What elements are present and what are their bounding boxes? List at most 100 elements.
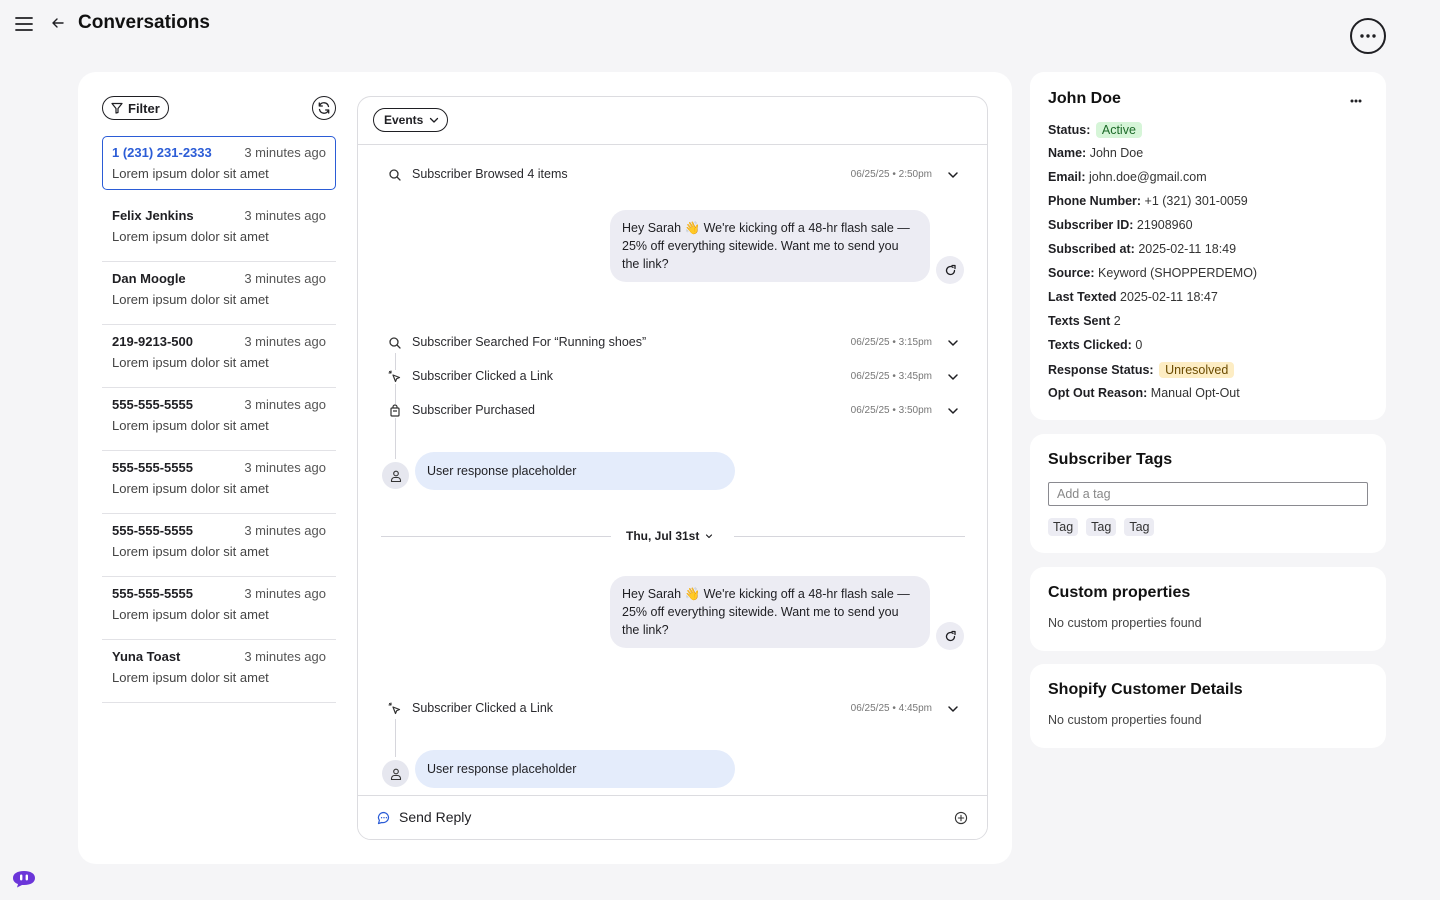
conversation-item[interactable]: Yuna Toast 3 minutes ago Lorem ipsum dolor… — [102, 640, 336, 703]
add-attachment-icon[interactable] — [954, 811, 968, 825]
add-tag-input[interactable] — [1048, 482, 1368, 506]
tag-chip[interactable]: Tag — [1124, 518, 1155, 536]
ellipsis-icon — [1360, 34, 1376, 38]
conversation-item[interactable]: Dan Moogle 3 minutes ago Lorem ipsum dolor… — [102, 262, 336, 325]
shopify-empty: No custom properties found — [1048, 713, 1202, 727]
event-time: 06/25/25 • 3:15pm — [850, 337, 932, 348]
conversation-name: 555-555-5555 — [112, 523, 193, 538]
conversation-item[interactable]: 219-9213-500 3 minutes ago Lorem ipsum dol… — [102, 325, 336, 388]
refresh-icon — [318, 102, 330, 114]
field-label: Source: — [1048, 266, 1095, 280]
field-label: Texts Clicked: — [1048, 338, 1132, 352]
chevron-down-icon[interactable] — [946, 404, 960, 418]
field-label: Phone Number: — [1048, 194, 1142, 208]
event-text: Subscriber Browsed 4 items — [412, 167, 568, 181]
field-label: Texts Sent — [1048, 314, 1111, 328]
chevron-down-icon — [706, 534, 713, 539]
field-value: John Doe — [1089, 146, 1144, 160]
shopify-title: Shopify Customer Details — [1048, 681, 1243, 698]
conversation-time: 3 minutes ago — [244, 460, 326, 475]
conversation-item[interactable]: 1 (231) 231-2333 3 minutes ago Lorem ipsum… — [102, 136, 336, 190]
field-label: Subscribed at: — [1048, 242, 1135, 256]
search-icon — [388, 336, 402, 350]
conversation-name: 1 (231) 231-2333 — [112, 145, 212, 160]
user-avatar — [382, 760, 409, 787]
field-value: +1 (321) 301-0059 — [1144, 194, 1248, 208]
conversation-preview: Lorem ipsum dolor sit amet — [112, 166, 269, 181]
divider — [381, 536, 611, 537]
conversation-preview: Lorem ipsum dolor sit amet — [112, 481, 269, 496]
field-label: Last Texted — [1048, 290, 1117, 304]
filter-icon — [111, 102, 123, 114]
conversation-name: 219-9213-500 — [112, 334, 193, 349]
send-reply-input[interactable]: Send Reply — [399, 809, 471, 825]
filter-button[interactable]: Filter — [102, 96, 169, 120]
chevron-down-icon[interactable] — [946, 702, 960, 716]
conversation-preview: Lorem ipsum dolor sit amet — [112, 355, 269, 370]
conversation-item[interactable]: Felix Jenkins 3 minutes ago Lorem ipsum do… — [102, 199, 336, 262]
timeline-header: Events — [358, 97, 987, 145]
conversation-item[interactable]: 555-555-5555 3 minutes ago Lorem ipsum dol… — [102, 388, 336, 451]
tags-title: Subscriber Tags — [1048, 451, 1173, 468]
conversation-name: 555-555-5555 — [112, 460, 193, 475]
events-dropdown[interactable]: Events — [373, 108, 449, 132]
brand-chat-icon[interactable] — [12, 870, 36, 888]
field-value: 2025-02-11 18:49 — [1138, 242, 1237, 256]
field-value: Keyword (SHOPPERDEMO) — [1098, 266, 1258, 280]
user-icon — [390, 768, 401, 780]
timeline-connector — [395, 719, 396, 757]
event-text: Subscriber Purchased — [412, 403, 535, 417]
conversation-list: 1 (231) 231-2333 3 minutes ago Lorem ipsum… — [102, 136, 336, 703]
field-value: 21908960 — [1136, 218, 1193, 232]
conversation-time: 3 minutes ago — [244, 271, 326, 286]
field-value: john.doe@gmail.com — [1089, 170, 1207, 184]
date-separator-label: Thu, Jul 31st — [626, 529, 700, 543]
subscriber-field: Status: Active — [1048, 122, 1142, 138]
conversation-preview: Lorem ipsum dolor sit amet — [112, 229, 269, 244]
refresh-button[interactable] — [312, 96, 336, 120]
more-options-button[interactable] — [1350, 18, 1386, 54]
conversation-item[interactable]: 555-555-5555 3 minutes ago Lorem ipsum dol… — [102, 451, 336, 514]
conversation-preview: Lorem ipsum dolor sit amet — [112, 670, 269, 685]
conversation-time: 3 minutes ago — [244, 586, 326, 601]
shopping-bag-icon — [388, 404, 402, 418]
conversation-time: 3 minutes ago — [244, 334, 326, 349]
field-value: 2 — [1113, 314, 1121, 328]
events-label: Events — [384, 113, 424, 127]
conversation-preview: Lorem ipsum dolor sit amet — [112, 292, 269, 307]
subscriber-field: Response Status: Unresolved — [1048, 362, 1235, 378]
cursor-click-icon — [388, 702, 402, 716]
event-time: 06/25/25 • 2:50pm — [850, 169, 932, 180]
chevron-down-icon[interactable] — [946, 336, 960, 350]
conversation-preview: Lorem ipsum dolor sit amet — [112, 607, 269, 622]
chevron-down-icon[interactable] — [946, 168, 960, 182]
field-value: 2025-02-11 18:47 — [1120, 290, 1218, 304]
date-separator-toggle[interactable]: Thu, Jul 31st — [626, 529, 713, 543]
subscriber-field: Source: Keyword (SHOPPERDEMO) — [1048, 266, 1257, 280]
subscriber-field: Opt Out Reason: Manual Opt-Out — [1048, 386, 1240, 400]
event-row: Subscriber Purchased 06/25/25 • 3:50pm — [358, 401, 987, 421]
field-label: Subscriber ID: — [1048, 218, 1134, 232]
search-icon — [388, 168, 402, 182]
reply-bar[interactable]: Send Reply — [358, 795, 987, 839]
cursor-click-icon — [388, 370, 402, 384]
event-row: Subscriber Browsed 4 items 06/25/25 • 2:… — [358, 165, 987, 185]
subscriber-more-icon[interactable] — [1346, 96, 1366, 106]
subscriber-tags-card: Subscriber Tags Tag Tag Tag — [1030, 434, 1386, 553]
user-avatar — [382, 462, 409, 489]
subscriber-field: Email: john.doe@gmail.com — [1048, 170, 1207, 184]
conversation-time: 3 minutes ago — [244, 397, 326, 412]
event-text: Subscriber Searched For “Running shoes” — [412, 335, 647, 349]
hamburger-menu-icon[interactable] — [14, 14, 34, 34]
top-bar: Conversations — [0, 0, 1440, 56]
conversation-item[interactable]: 555-555-5555 3 minutes ago Lorem ipsum dol… — [102, 577, 336, 640]
conversation-item[interactable]: 555-555-5555 3 minutes ago Lorem ipsum dol… — [102, 514, 336, 577]
chevron-down-icon[interactable] — [946, 370, 960, 384]
resend-button[interactable] — [936, 256, 964, 284]
resend-button[interactable] — [936, 622, 964, 650]
custom-properties-title: Custom properties — [1048, 584, 1191, 601]
tag-chip[interactable]: Tag — [1086, 518, 1117, 536]
tag-chip[interactable]: Tag — [1048, 518, 1079, 536]
back-arrow-icon[interactable] — [50, 15, 66, 31]
page-title: Conversations — [78, 12, 210, 33]
